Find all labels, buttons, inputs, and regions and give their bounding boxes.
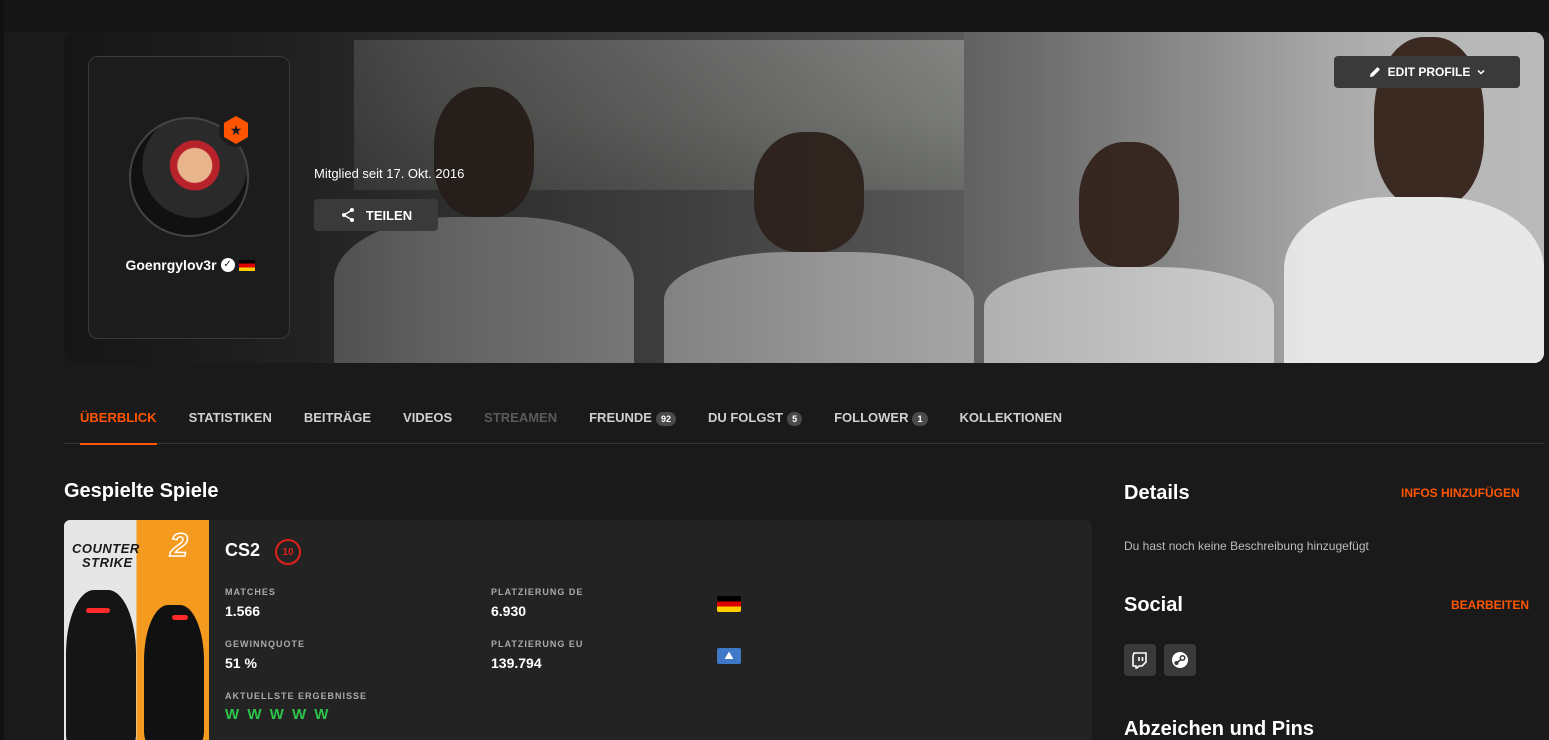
tab-streams[interactable]: STREAMEN bbox=[468, 400, 573, 444]
badges-title: Abzeichen und Pins bbox=[1124, 718, 1315, 740]
edit-profile-button[interactable]: EDIT PROFILE bbox=[1334, 56, 1520, 88]
germany-flag-icon bbox=[717, 596, 741, 612]
profile-tabs: ÜBERBLICK STATISTIKEN BEITRÄGE VIDEOS ST… bbox=[64, 400, 1544, 445]
tab-collections[interactable]: KOLLEKTIONEN bbox=[944, 400, 1079, 444]
recent-results-label: AKTUELLSTE ERGEBNISSE bbox=[225, 691, 368, 701]
verified-check-icon: ✓ bbox=[220, 258, 235, 272]
tab-following[interactable]: DU FOLGST 5 bbox=[692, 400, 818, 444]
game-name[interactable]: CS2 bbox=[225, 540, 260, 561]
tab-overview[interactable]: ÜBERBLICK bbox=[64, 400, 173, 445]
rank-de-label: PLATZIERUNG DE bbox=[491, 587, 584, 597]
edit-social-link[interactable]: BEARBEITEN bbox=[1451, 598, 1529, 612]
member-since: Mitglied seit 17. Okt. 2016 bbox=[314, 166, 465, 181]
games-section-title: Gespielte Spiele bbox=[64, 480, 219, 502]
cs2-logo: COUNTER STRIKE 2 bbox=[72, 527, 189, 570]
friends-count-badge: 92 bbox=[655, 412, 676, 426]
premium-badge-icon: ★ bbox=[219, 113, 253, 147]
matches-label: MATCHES bbox=[225, 587, 276, 597]
rank-eu-value: 139.794 bbox=[491, 655, 542, 671]
followers-count-badge: 1 bbox=[912, 412, 928, 426]
game-card-cs2[interactable]: COUNTER STRIKE 2 CS2 10 MATCHES 1.566 GE… bbox=[64, 520, 1092, 740]
rank-de-value: 6.930 bbox=[491, 603, 527, 619]
pencil-icon bbox=[1369, 67, 1380, 77]
nickname-row: Goenrgylov3r ✓ bbox=[89, 257, 291, 273]
tab-followers[interactable]: FOLLOWER 1 bbox=[818, 400, 943, 444]
social-title: Social bbox=[1124, 594, 1183, 616]
steam-icon[interactable] bbox=[1164, 644, 1196, 676]
details-description: Du hast noch keine Beschreibung hinzugef… bbox=[1124, 539, 1369, 553]
chevron-down-icon bbox=[1477, 69, 1485, 75]
following-count-badge: 5 bbox=[787, 412, 803, 426]
tab-videos[interactable]: VIDEOS bbox=[387, 400, 468, 444]
tab-friends[interactable]: FREUNDE 92 bbox=[573, 400, 692, 444]
cs2-cover-image: COUNTER STRIKE 2 bbox=[64, 520, 209, 740]
share-label: TEILEN bbox=[365, 207, 413, 223]
edit-profile-label: EDIT PROFILE bbox=[1387, 65, 1471, 79]
left-edge bbox=[0, 0, 4, 740]
details-title: Details bbox=[1124, 482, 1190, 504]
share-icon bbox=[341, 208, 354, 222]
eu-region-icon: ⛰ bbox=[717, 648, 741, 664]
top-bar bbox=[0, 0, 1549, 32]
winrate-label: GEWINNQUOTE bbox=[225, 639, 305, 649]
rank-eu-label: PLATZIERUNG EU bbox=[491, 639, 584, 649]
skill-level-icon: 10 bbox=[275, 539, 301, 565]
matches-value: 1.566 bbox=[225, 603, 261, 619]
recent-results: W W W W W bbox=[225, 706, 331, 723]
profile-card: ★ Goenrgylov3r ✓ bbox=[88, 56, 290, 339]
twitch-icon[interactable] bbox=[1124, 644, 1156, 676]
germany-flag-icon bbox=[238, 259, 255, 271]
tab-posts[interactable]: BEITRÄGE bbox=[288, 400, 387, 444]
nickname: Goenrgylov3r bbox=[125, 257, 217, 273]
winrate-value: 51 % bbox=[225, 655, 257, 671]
tab-statistics[interactable]: STATISTIKEN bbox=[173, 400, 288, 444]
add-info-link[interactable]: INFOS HINZUFÜGEN bbox=[1401, 486, 1520, 500]
share-button[interactable]: TEILEN bbox=[314, 199, 438, 231]
